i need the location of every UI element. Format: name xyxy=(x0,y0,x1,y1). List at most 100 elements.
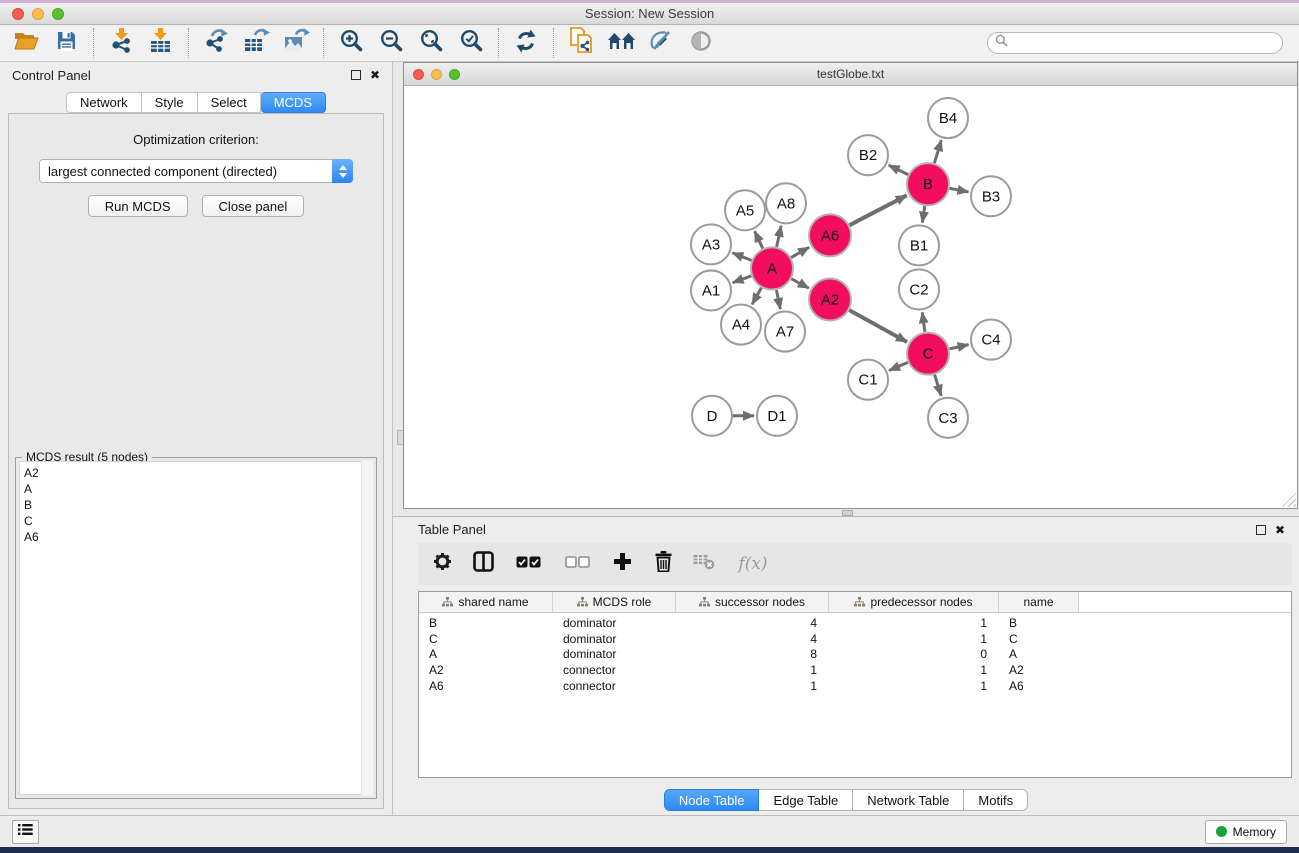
graph-node-C2[interactable]: C2 xyxy=(899,269,939,309)
graph-edge-B-B3[interactable] xyxy=(950,188,969,192)
hide-selected-button[interactable] xyxy=(641,27,681,59)
graph-edge-A-A6[interactable] xyxy=(791,247,809,257)
save-session-button[interactable] xyxy=(46,27,86,59)
minimize-window-button[interactable] xyxy=(32,8,44,20)
zoom-out-button[interactable] xyxy=(371,27,411,59)
create-column-button[interactable] xyxy=(610,551,634,577)
graph-node-D1[interactable]: D1 xyxy=(757,396,797,436)
network-close-button[interactable] xyxy=(413,69,424,80)
graph-node-D[interactable]: D xyxy=(692,396,732,436)
zoom-window-button[interactable] xyxy=(52,8,64,20)
table-settings-button[interactable] xyxy=(430,551,454,577)
function-builder-button[interactable]: f(x) xyxy=(733,551,773,577)
tab-motifs[interactable]: Motifs xyxy=(964,789,1028,811)
graph-node-C[interactable]: C xyxy=(907,333,949,375)
task-history-button[interactable] xyxy=(12,820,39,844)
search-input[interactable] xyxy=(1012,36,1275,50)
graph-edge-A-A5[interactable] xyxy=(755,231,763,248)
import-table-button[interactable] xyxy=(141,27,181,59)
graph-node-B1[interactable]: B1 xyxy=(899,225,939,265)
graph-node-B3[interactable]: B3 xyxy=(971,176,1011,216)
graph-edge-B-B4[interactable] xyxy=(934,140,941,163)
graph-node-A5[interactable]: A5 xyxy=(725,190,765,230)
graph-edge-A2-C[interactable] xyxy=(849,310,907,342)
graph-edge-A-A7[interactable] xyxy=(776,290,780,309)
column-header-successor-nodes[interactable]: successor nodes xyxy=(676,592,829,612)
import-network-button[interactable] xyxy=(101,27,141,59)
tab-mcds[interactable]: MCDS xyxy=(261,92,326,113)
graph-edge-A-A3[interactable] xyxy=(732,253,751,261)
zoom-in-button[interactable] xyxy=(331,27,371,59)
graph-edge-C-C3[interactable] xyxy=(935,375,942,396)
graph-node-C1[interactable]: C1 xyxy=(848,360,888,400)
run-mcds-button[interactable]: Run MCDS xyxy=(88,195,188,217)
close-panel-button[interactable]: Close panel xyxy=(202,195,305,217)
tab-style[interactable]: Style xyxy=(142,92,198,113)
graph-edge-A-A8[interactable] xyxy=(777,226,782,247)
apply-layout-button[interactable] xyxy=(506,27,546,59)
graph-node-B4[interactable]: B4 xyxy=(928,98,968,138)
result-item[interactable]: A2 xyxy=(24,465,372,481)
first-neighbors-button[interactable] xyxy=(601,27,641,59)
column-header-name[interactable]: name xyxy=(999,592,1079,612)
result-item[interactable]: C xyxy=(24,513,372,529)
graph-edge-A-A2[interactable] xyxy=(791,279,808,288)
export-table-button[interactable] xyxy=(236,27,276,59)
search-field[interactable] xyxy=(987,32,1283,54)
graph-edge-B-B1[interactable] xyxy=(922,206,924,223)
memory-button[interactable]: Memory xyxy=(1205,820,1287,844)
graph-node-A1[interactable]: A1 xyxy=(691,270,731,310)
float-panel-button[interactable] xyxy=(351,70,361,80)
close-panel-icon[interactable]: ✖ xyxy=(370,69,380,81)
graph-edge-C-C4[interactable] xyxy=(949,345,968,349)
graph-node-B[interactable]: B xyxy=(907,163,949,205)
graph-node-C4[interactable]: C4 xyxy=(971,320,1011,360)
close-table-panel-icon[interactable]: ✖ xyxy=(1275,524,1285,536)
tab-edge-table[interactable]: Edge Table xyxy=(759,789,853,811)
delete-table-button[interactable] xyxy=(692,551,716,577)
new-network-from-selection-button[interactable] xyxy=(561,27,601,59)
export-image-button[interactable] xyxy=(276,27,316,59)
table-row[interactable]: Cdominator41C xyxy=(419,631,1291,647)
float-table-panel-button[interactable] xyxy=(1256,525,1266,535)
tab-network[interactable]: Network xyxy=(66,92,142,113)
delete-column-button[interactable] xyxy=(651,551,675,577)
tab-node-table[interactable]: Node Table xyxy=(664,789,760,811)
graph-node-A2[interactable]: A2 xyxy=(809,278,851,320)
graph-node-B2[interactable]: B2 xyxy=(848,135,888,175)
result-item[interactable]: B xyxy=(24,497,372,513)
graph-node-A8[interactable]: A8 xyxy=(766,183,806,223)
graph-edge-C-C2[interactable] xyxy=(922,312,925,331)
result-scrollbar[interactable] xyxy=(361,461,373,795)
graph-edge-A6-B[interactable] xyxy=(850,195,907,225)
zoom-fit-button[interactable] xyxy=(411,27,451,59)
network-canvas[interactable]: B4 B2 B B3 A8A5 A6 A3 B1 A A1 C2 A2 A4A7 C4 C C1 D D1 C3 xyxy=(404,86,1297,508)
network-zoom-button[interactable] xyxy=(449,69,460,80)
table-row[interactable]: A6connector11A6 xyxy=(419,678,1291,694)
export-network-button[interactable] xyxy=(196,27,236,59)
open-session-button[interactable] xyxy=(6,27,46,59)
tab-network-table[interactable]: Network Table xyxy=(853,789,964,811)
column-header-mcds-role[interactable]: MCDS role xyxy=(553,592,676,612)
select-all-columns-button[interactable] xyxy=(512,551,544,577)
column-header-predecessor-nodes[interactable]: predecessor nodes xyxy=(829,592,999,612)
graph-node-A[interactable]: A xyxy=(751,247,793,289)
graph-edge-C-C1[interactable] xyxy=(889,362,908,370)
criterion-dropdown[interactable]: largest connected component (directed) xyxy=(39,159,353,183)
column-header-shared-name[interactable]: shared name xyxy=(419,592,553,612)
table-row[interactable]: Adominator80A xyxy=(419,646,1291,662)
unselect-all-columns-button[interactable] xyxy=(561,551,593,577)
graph-node-A6[interactable]: A6 xyxy=(809,214,851,256)
graph-edge-B-B2[interactable] xyxy=(889,165,908,174)
show-all-button[interactable] xyxy=(681,27,721,59)
network-graph[interactable]: B4 B2 B B3 A8A5 A6 A3 B1 A A1 C2 A2 A4A7 C4 C C1 D D1 C3 xyxy=(404,86,1297,508)
network-minimize-button[interactable] xyxy=(431,69,442,80)
close-window-button[interactable] xyxy=(12,8,24,20)
graph-node-C3[interactable]: C3 xyxy=(928,398,968,438)
graph-node-A7[interactable]: A7 xyxy=(765,312,805,352)
graph-edge-A-A4[interactable] xyxy=(752,288,761,305)
graph-edge-A-A1[interactable] xyxy=(733,276,752,283)
graph-node-A4[interactable]: A4 xyxy=(721,305,761,345)
show-column-panel-button[interactable] xyxy=(471,551,495,577)
graph-node-A3[interactable]: A3 xyxy=(691,224,731,264)
